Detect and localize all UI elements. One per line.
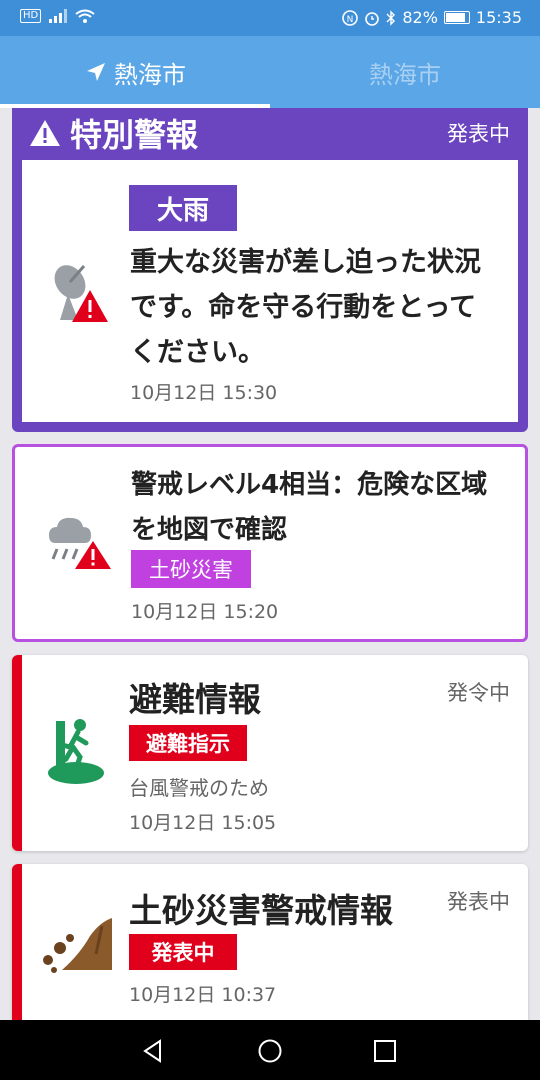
special-warning-title: 特別警報 [70,116,199,154]
recents-icon[interactable] [372,1038,398,1064]
battery-percent: 82% [402,8,438,27]
tab-bar: 熱海市 熱海市 [0,36,540,108]
landslide-icon [43,918,112,973]
landslide-card[interactable]: 土砂災害警戒情報 発表中 発表中 10月12日 10:37 [12,864,528,1020]
hazard-tag: 大雨 [129,185,237,231]
tab-current-location[interactable]: 熱海市 [0,36,270,108]
home-icon[interactable] [257,1038,283,1064]
landslide-tag: 発表中 [129,934,237,970]
svg-text:N: N [347,15,354,25]
warning-triangle-icon [30,120,60,146]
tab-label: 熱海市 [369,60,441,89]
nfc-icon: N [342,9,359,26]
back-icon[interactable] [140,1038,166,1064]
alert-bar [12,864,22,1020]
location-arrow-icon [87,63,105,81]
special-warning-body: 大雨 重大な災害が差し迫った状況 です。命を守る行動をとって ください。 10月… [22,160,518,422]
risk-level-card[interactable]: 警戒レベル4相当：危険な区域 を地図で確認 土砂災害 10月12日 15:20 [12,444,528,642]
bluetooth-icon [386,9,396,26]
evacuation-status: 発令中 [447,681,510,705]
evacuation-card[interactable]: 避難情報 発令中 避難指示 台風警戒のため 10月12日 15:05 [12,655,528,851]
radar-warning-icon [54,265,108,322]
alarm-icon [365,11,380,26]
special-warning-card[interactable]: 特別警報 発表中 大雨 重大な災害が差し迫った状況 です。命を守る行動をとって … [12,108,528,432]
clock: 15:35 [475,8,522,27]
evacuation-title: 避難情報 [129,680,261,719]
special-warning-time: 10月12日 15:30 [130,382,278,404]
tab-label: 熱海市 [114,60,186,89]
landslide-title: 土砂災害警戒情報 [129,891,393,930]
system-nav-bar [0,1020,540,1080]
evacuation-time: 10月12日 15:05 [129,812,277,834]
special-warning-header: 特別警報 [28,110,198,156]
landslide-time: 10月12日 10:37 [129,984,277,1006]
tab-registered-location[interactable]: 熱海市 [270,36,540,108]
alert-bar [12,655,22,851]
hazard-tag: 土砂災害 [131,550,251,588]
wifi-icon [75,9,95,23]
evacuation-tag: 避難指示 [129,725,247,761]
special-warning-message: 重大な災害が差し迫った状況 です。命を守る行動をとって ください。 [130,247,481,368]
hd-icon: HD [20,9,42,23]
evacuation-reason: 台風警戒のため [129,776,269,800]
evacuation-runner-icon [48,719,104,784]
risk-level-time: 10月12日 15:20 [131,601,279,623]
rain-cloud-warning-icon [49,517,111,569]
landslide-status: 発表中 [447,890,510,914]
signal-icon [49,9,68,23]
special-warning-status: 発表中 [447,122,510,146]
status-bar: HD N 82% 15:35 [0,0,540,36]
battery-icon [443,11,470,24]
risk-level-message: 警戒レベル4相当：危険な区域 を地図で確認 [131,470,488,545]
